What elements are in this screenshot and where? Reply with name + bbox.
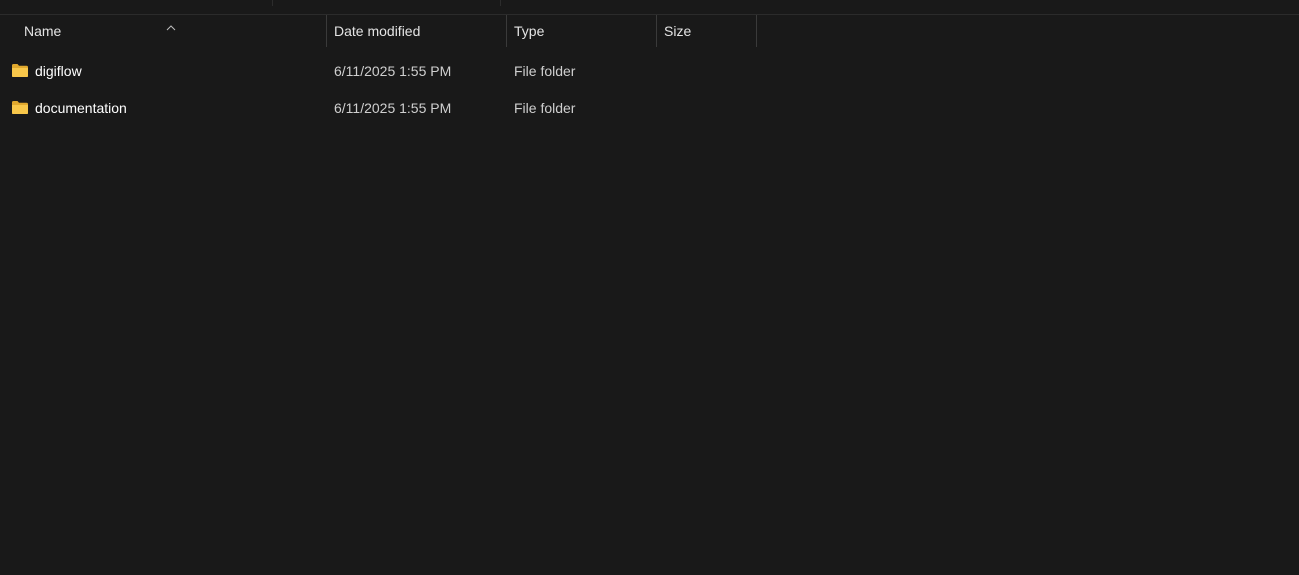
toolbar-separator [500,0,501,6]
toolbar-remnant [0,0,1299,14]
column-header-name[interactable]: Name [17,15,327,47]
column-header-date-modified[interactable]: Date modified [327,15,507,47]
file-type: File folder [514,63,576,79]
file-size [664,53,754,89]
file-explorer-details-view: Name Date modified Type Size digiflow 6/… [0,0,1299,575]
column-header-row: Name Date modified Type Size [0,15,757,47]
folder-icon [12,101,28,114]
file-size [664,90,754,126]
folder-icon [12,64,28,77]
file-date-modified: 6/11/2025 1:55 PM [334,63,452,79]
toolbar-separator [272,0,273,6]
file-date-modified: 6/11/2025 1:55 PM [334,100,452,116]
column-header-type[interactable]: Type [507,15,657,47]
file-type: File folder [514,100,576,116]
column-resize-handle[interactable] [756,15,757,47]
file-row-digiflow[interactable]: digiflow 6/11/2025 1:55 PM File folder [0,53,757,89]
file-name: digiflow [35,63,82,79]
file-row-documentation[interactable]: documentation 6/11/2025 1:55 PM File fol… [0,90,757,126]
file-name: documentation [35,100,127,116]
column-header-size[interactable]: Size [657,15,757,47]
